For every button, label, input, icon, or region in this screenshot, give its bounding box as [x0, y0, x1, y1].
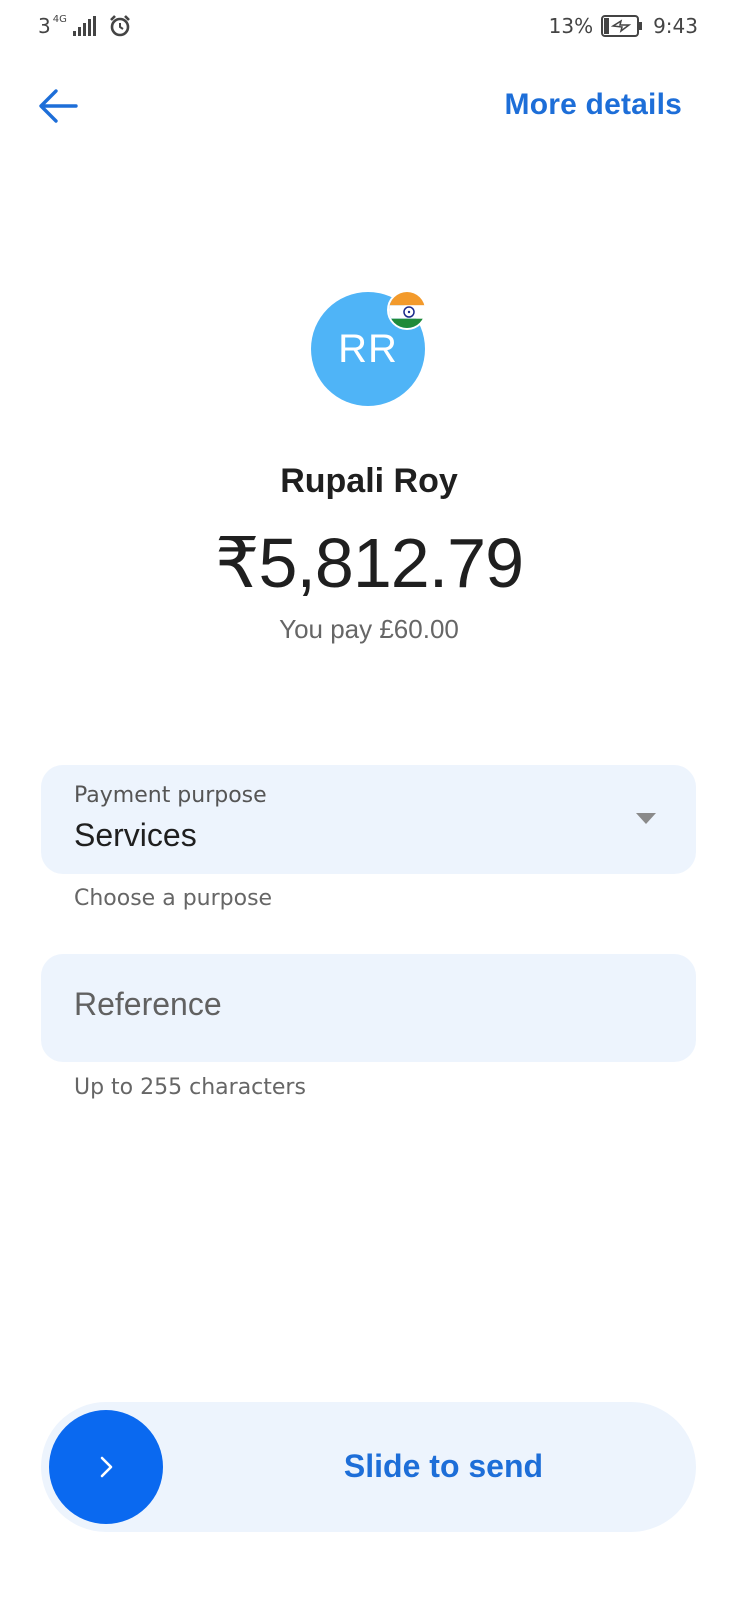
network-type: 4G	[52, 14, 67, 25]
battery-icon	[601, 15, 643, 37]
clock: 9:43	[653, 14, 698, 38]
status-bar: 3 4G 13% 9:43	[0, 0, 738, 56]
status-left: 3 4G	[38, 14, 132, 38]
signal-icon	[72, 16, 96, 36]
sim-indicator: 3	[38, 14, 51, 38]
slide-to-send[interactable]: Slide to send	[41, 1402, 696, 1532]
recipient-name: Rupali Roy	[280, 462, 458, 500]
status-right: 13% 9:43	[549, 14, 698, 38]
back-button[interactable]	[36, 84, 80, 128]
reference-helper: Up to 255 characters	[74, 1075, 306, 1100]
slide-to-send-handle[interactable]	[49, 1410, 163, 1524]
payment-purpose-value: Services	[74, 817, 197, 853]
chevron-right-icon	[100, 1456, 113, 1478]
reference-input[interactable]: Reference	[41, 954, 696, 1062]
slide-to-send-label: Slide to send	[343, 1448, 544, 1484]
reference-placeholder: Reference	[74, 986, 222, 1022]
payment-purpose-helper: Choose a purpose	[74, 886, 273, 911]
india-flag-icon	[387, 290, 427, 330]
recipient-amount: ₹5,812.79	[214, 524, 524, 602]
caret-down-icon	[636, 813, 656, 824]
avatar-initials: RR	[338, 326, 398, 371]
battery-percent: 13%	[548, 14, 594, 38]
you-pay-amount: You pay £60.00	[279, 614, 459, 644]
alarm-icon	[109, 15, 130, 37]
arrow-left-icon	[39, 89, 78, 123]
payment-purpose-label: Payment purpose	[74, 783, 267, 808]
payment-purpose-select[interactable]: Payment purpose Services	[41, 765, 696, 874]
more-details-link[interactable]: More details	[505, 88, 682, 122]
